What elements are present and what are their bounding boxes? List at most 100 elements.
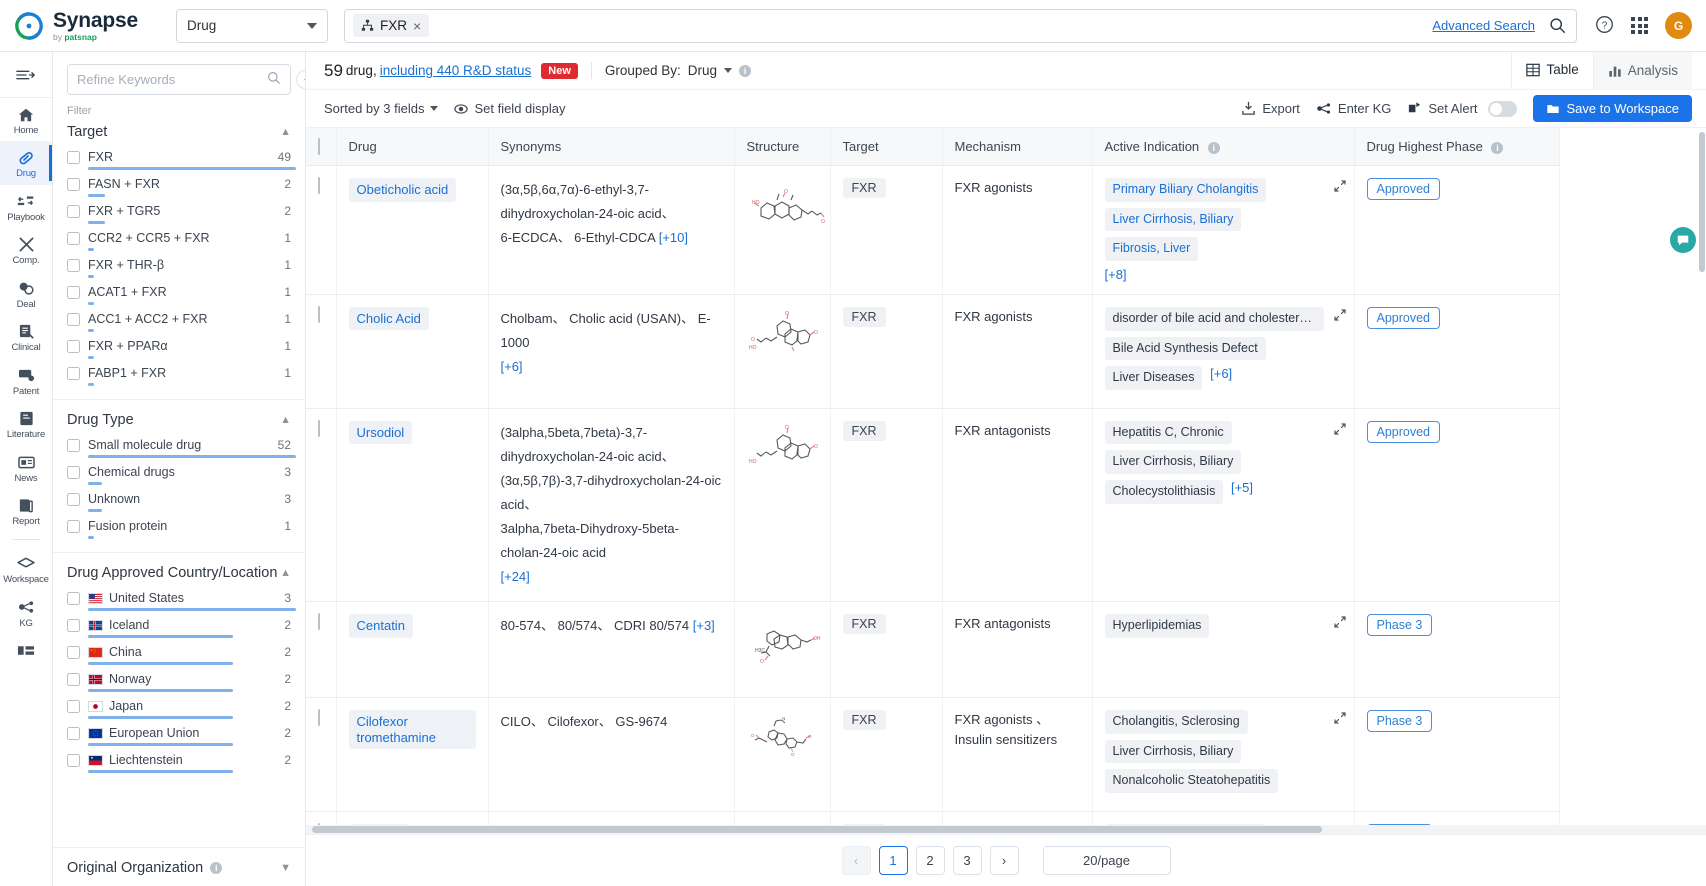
refine-keywords-field[interactable] [67, 64, 291, 95]
vertical-scrollbar-thumb[interactable] [1699, 132, 1705, 272]
cell-drug[interactable]: Cilofexor tromethamine [336, 697, 489, 812]
chevron-down-icon[interactable] [723, 68, 732, 73]
indication-tag[interactable]: Liver Cirrhosis, Biliary [1104, 739, 1242, 764]
checkbox[interactable] [318, 138, 320, 155]
filter-item[interactable]: Chemical drugs 3 [67, 464, 291, 491]
indication-tag[interactable]: Fibrosis, Liver [1104, 237, 1199, 261]
filter-item[interactable]: United States 3 [67, 590, 296, 617]
filter-item[interactable]: FXR 49 [67, 149, 296, 176]
drug-link[interactable]: Obeticholic acid [348, 178, 457, 202]
filter-group-header[interactable]: Target ▲ [67, 121, 291, 149]
filter-item[interactable]: Japan 2 [67, 698, 291, 725]
chat-support-button[interactable] [1670, 227, 1696, 253]
filter-group-header[interactable]: Drug Approved Country/Location ▲ [67, 562, 291, 590]
drug-link[interactable]: Centatin [348, 614, 413, 638]
indication-tag[interactable]: disorder of bile acid and cholesterol me… [1104, 306, 1324, 331]
advanced-search-link[interactable]: Advanced Search [1432, 18, 1535, 33]
sidebar-item-news[interactable]: News [0, 446, 52, 489]
filter-group-header[interactable]: Drug Type ▲ [67, 409, 291, 437]
indications-more-link[interactable]: [+8] [1105, 267, 1324, 282]
chevron-down-icon[interactable]: ▼ [280, 862, 291, 874]
filter-item[interactable]: CCR2 + CCR5 + FXR 1 [67, 230, 291, 257]
indications-more-link[interactable]: [+6] [1210, 366, 1232, 381]
indication-tag[interactable]: Hyperlipidemias [1104, 614, 1210, 638]
close-icon[interactable]: × [413, 19, 421, 33]
avatar[interactable]: G [1665, 12, 1692, 39]
filter-item[interactable]: FXR + TGR5 2 [67, 203, 291, 230]
table-row[interactable]: Ursodiol (3alpha,5beta,7beta)-3,7-dihydr… [306, 408, 1560, 603]
expand-icon[interactable] [1333, 712, 1346, 727]
checkbox[interactable] [318, 419, 320, 437]
cell-drug[interactable]: Centatin [336, 601, 489, 699]
pagination-page-2[interactable]: 2 [915, 846, 945, 875]
target-tag[interactable]: FXR [842, 420, 886, 441]
column-header-drug-highest-phase[interactable]: Drug Highest Phase i [1354, 128, 1560, 166]
filter-group-original-organization[interactable]: Original Organization i ▼ [53, 847, 305, 886]
checkbox[interactable] [67, 465, 80, 479]
sidebar-item-comp[interactable]: Comp. [0, 228, 52, 271]
sidebar-item-clinical[interactable]: Clinical [0, 315, 52, 358]
row-select[interactable] [306, 601, 337, 699]
table-row[interactable]: Obeticholic acid (3α,5β,6α,7α)-6-ethyl-3… [306, 165, 1560, 295]
row-select[interactable] [306, 294, 337, 409]
checkbox[interactable] [67, 492, 80, 506]
table-row[interactable]: Cholic Acid Cholbam、 Cholic acid (USAN)、… [306, 294, 1560, 409]
synonyms-more-link[interactable]: [+24] [501, 565, 722, 589]
column-header-mechanism[interactable]: Mechanism [942, 128, 1093, 166]
row-select[interactable] [306, 165, 337, 295]
checkbox[interactable] [67, 591, 80, 605]
filter-item[interactable]: FASN + FXR 2 [67, 176, 291, 203]
sidebar-item-home[interactable]: Home [0, 98, 52, 141]
column-header-structure[interactable]: Structure [734, 128, 831, 166]
cell-drug[interactable]: Obeticholic acid [336, 165, 489, 295]
target-tag[interactable]: FXR [842, 178, 886, 198]
export-button[interactable]: Export [1241, 101, 1300, 116]
checkbox[interactable] [67, 312, 80, 326]
info-icon[interactable]: i [1207, 142, 1220, 154]
filter-item[interactable]: European Union 2 [67, 725, 291, 752]
synonyms-more-link[interactable]: [+6] [501, 355, 722, 379]
checkbox[interactable] [67, 726, 80, 740]
entity-type-select[interactable]: Drug [176, 8, 328, 43]
table-row[interactable]: Cilofexor tromethamine CILO、 Cilofexor、 … [306, 697, 1560, 812]
checkbox[interactable] [67, 150, 80, 164]
indication-tag[interactable]: Nonalcoholic Steatohepatitis [1104, 769, 1279, 793]
search-icon[interactable] [267, 71, 281, 88]
indication-tag[interactable]: Bile Acid Synthesis Defect [1104, 336, 1266, 361]
drug-link[interactable]: Cilofexor tromethamine [348, 710, 476, 750]
filter-item[interactable]: Fusion protein 1 [67, 518, 291, 545]
sidebar-item-more[interactable] [0, 634, 52, 665]
cell-drug[interactable]: Cholic Acid [336, 294, 489, 409]
table-row[interactable]: Centatin 80-574、 80/574、 CDRI 80/574 [+3… [306, 601, 1560, 699]
save-to-workspace-button[interactable]: Save to Workspace [1532, 95, 1692, 122]
info-icon[interactable]: i [210, 862, 223, 874]
indication-tag[interactable]: Cholecystolithiasis [1104, 480, 1224, 504]
checkbox[interactable] [67, 699, 80, 713]
indication-tag[interactable]: Primary Biliary Cholangitis [1104, 178, 1267, 202]
drug-link[interactable]: Cholic Acid [348, 306, 429, 331]
drug-link[interactable]: Ursodiol [348, 420, 413, 445]
horizontal-scrollbar-thumb[interactable] [312, 826, 1322, 833]
help-icon[interactable]: ? [1595, 15, 1614, 37]
filter-item[interactable]: Liechtenstein 2 [67, 752, 291, 779]
expand-icon[interactable] [1333, 309, 1346, 324]
tab-table[interactable]: Table [1511, 52, 1593, 89]
collapse-nav-button[interactable] [0, 52, 52, 98]
grouped-by-control[interactable]: Grouped By: Drug i [605, 63, 751, 78]
filter-item[interactable]: Iceland 2 [67, 617, 291, 644]
checkbox[interactable] [67, 519, 80, 533]
synonyms-more-link[interactable]: [+10] [659, 230, 688, 245]
target-tag[interactable]: FXR [842, 710, 886, 731]
cell-drug[interactable]: Ursodiol [336, 408, 489, 603]
indication-tag[interactable]: Liver Cirrhosis, Biliary [1104, 450, 1242, 474]
horizontal-scrollbar[interactable] [306, 825, 1706, 834]
checkbox[interactable] [67, 339, 80, 353]
apps-grid-icon[interactable] [1631, 17, 1648, 34]
pagination-next[interactable]: › [989, 846, 1019, 875]
filter-item[interactable]: Small molecule drug 52 [67, 437, 296, 464]
tab-analysis[interactable]: Analysis [1592, 52, 1692, 89]
target-tag[interactable]: FXR [842, 306, 886, 327]
filter-item[interactable]: ACC1 + ACC2 + FXR 1 [67, 311, 291, 338]
checkbox[interactable] [67, 231, 80, 245]
indication-tag[interactable]: Liver Diseases [1104, 366, 1203, 390]
